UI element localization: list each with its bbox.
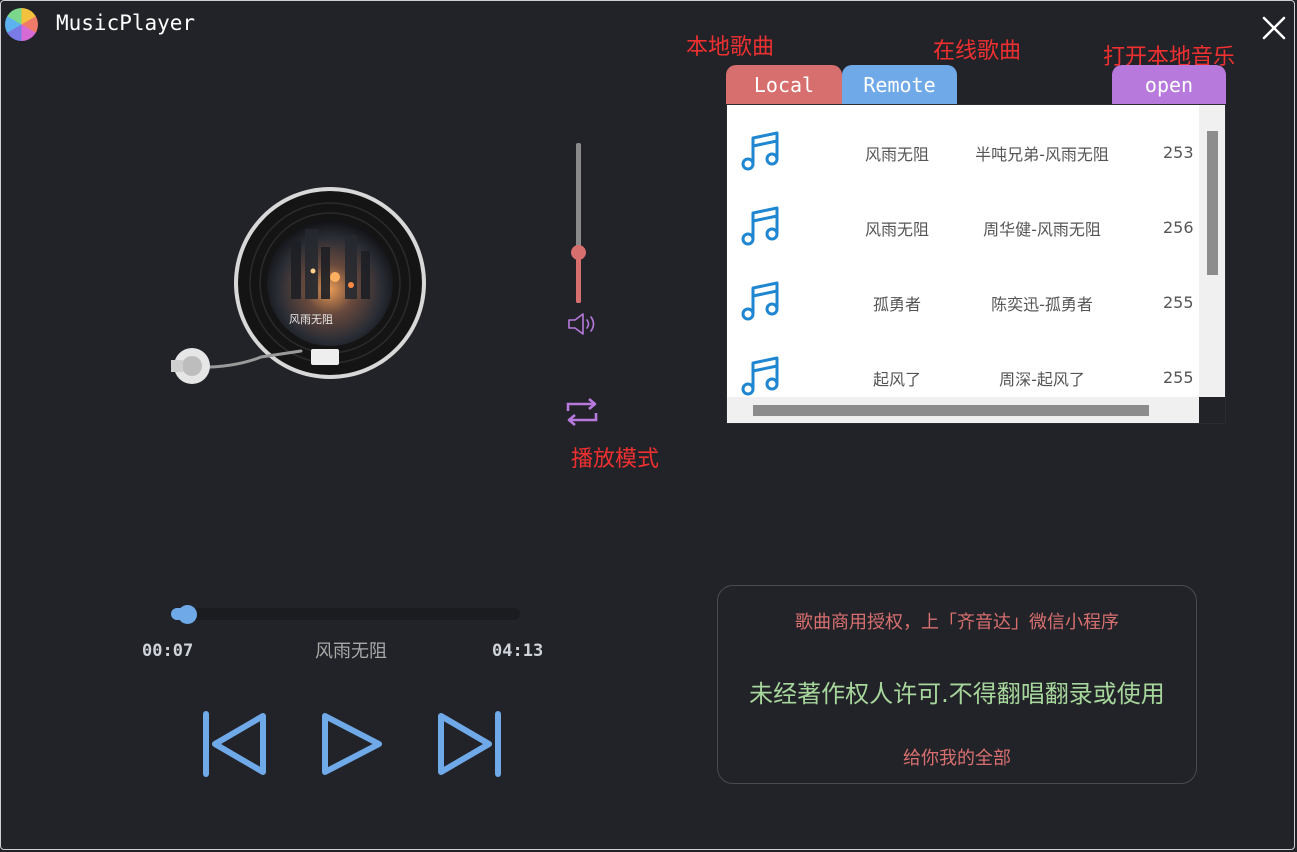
lyric-line-previous: 歌曲商用授权，上「齐音达」微信小程序 <box>795 612 1119 633</box>
lyrics-panel: 歌曲商用授权，上「齐音达」微信小程序 未经著作权人许可.不得翻唱翻录或使用 给你… <box>717 585 1197 784</box>
vertical-scroll-thumb[interactable] <box>1207 131 1218 275</box>
song-number: 256 <box>1163 218 1194 237</box>
progress-bar[interactable] <box>171 608 520 620</box>
song-row[interactable]: 孤勇者 陈奕迅-孤勇者 255 <box>727 265 1199 340</box>
app-logo-icon <box>5 8 38 41</box>
music-note-icon <box>741 206 779 246</box>
progress-handle[interactable] <box>178 605 197 624</box>
window-title: MusicPlayer <box>56 11 196 35</box>
song-row[interactable]: 风雨无阻 周华健-风雨无阻 256 <box>727 190 1199 265</box>
lyric-line-current: 未经著作权人许可.不得翻唱翻录或使用 <box>749 680 1165 708</box>
horizontal-scroll-thumb[interactable] <box>753 405 1149 416</box>
volume-handle[interactable] <box>571 245 586 260</box>
annotation-remote: 在线歌曲 <box>933 39 1022 64</box>
song-number: 255 <box>1163 293 1194 312</box>
album-cover-text: 风雨无阻 <box>289 313 333 326</box>
song-title: 风雨无阻 <box>864 219 929 239</box>
album-cover <box>267 220 393 346</box>
song-title: 孤勇者 <box>872 294 921 314</box>
tab-local[interactable]: Local <box>726 65 842 104</box>
skip-next-icon[interactable] <box>435 708 503 780</box>
tonearm-head <box>311 349 339 365</box>
song-artist: 半吨兄弟-风雨无阻 <box>975 144 1109 164</box>
music-note-icon <box>741 356 779 396</box>
song-list: 风雨无阻 半吨兄弟-风雨无阻 253 风雨无阻 周华健-风雨无阻 256 孤勇者 <box>726 104 1226 424</box>
tab-remote[interactable]: Remote <box>842 65 957 104</box>
annotation-play-mode: 播放模式 <box>571 447 660 472</box>
song-artist: 陈奕迅-孤勇者 <box>991 294 1093 314</box>
play-icon[interactable] <box>319 708 387 780</box>
open-button[interactable]: open <box>1112 65 1226 104</box>
music-note-icon <box>741 131 779 171</box>
song-artist: 周华健-风雨无阻 <box>983 219 1101 239</box>
player-window: MusicPlayer 本地歌曲 在线歌曲 打开本地音乐 播放模式 风雨无阻 L… <box>0 0 1295 850</box>
current-time: 00:07 <box>142 641 194 661</box>
speaker-icon[interactable] <box>566 311 600 337</box>
annotation-local: 本地歌曲 <box>686 35 775 60</box>
song-title: 风雨无阻 <box>864 144 929 164</box>
music-note-icon <box>741 281 779 321</box>
song-number: 253 <box>1163 143 1194 162</box>
repeat-icon[interactable] <box>565 395 599 429</box>
song-row[interactable]: 风雨无阻 半吨兄弟-风雨无阻 253 <box>727 115 1199 190</box>
now-playing-title: 风雨无阻 <box>315 641 387 662</box>
skip-previous-icon[interactable] <box>201 708 269 780</box>
lyric-line-next: 给你我的全部 <box>903 748 1011 769</box>
total-time: 04:13 <box>492 641 544 661</box>
turntable: 风雨无阻 <box>171 187 426 384</box>
scroll-corner <box>1199 397 1225 423</box>
close-icon[interactable] <box>1259 13 1289 43</box>
